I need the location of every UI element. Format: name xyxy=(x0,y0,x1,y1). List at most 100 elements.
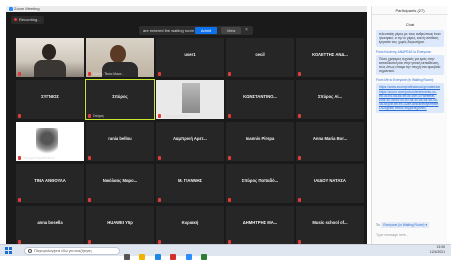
participant-name: Κυριακή xyxy=(181,220,199,225)
participant-name: Νικόλαος Μαρο... xyxy=(102,178,138,183)
participant-name: ΚΟΛΕΤΤΗΣ ΑΝΔ... xyxy=(312,52,348,57)
participant-tile[interactable]: Music school of... xyxy=(296,206,364,245)
zoom-app-icon[interactable] xyxy=(185,254,192,260)
participant-tile[interactable]: Σπύρος Σπύρος xyxy=(85,79,155,120)
desktop: Zoom Meeting Recording... are entered th… xyxy=(0,0,451,260)
system-tray-clock[interactable]: 13:06 12/4/2021 xyxy=(430,245,445,255)
participant-tile[interactable]: ΚΟΛΕΤΤΗΣ ΑΝΔ... xyxy=(296,38,364,77)
file-explorer-icon[interactable] xyxy=(139,254,146,260)
chrome-icon[interactable] xyxy=(170,254,177,260)
participant-tile[interactable]: ΙΑΙΔΟΥ ΝΑΤΑΣΑ xyxy=(296,164,364,203)
admit-button[interactable]: Admit xyxy=(195,27,217,34)
participant-name: rania bellou xyxy=(108,136,132,141)
muted-mic-icon xyxy=(88,198,91,202)
participant-tile[interactable]: Anna Maria Bor... xyxy=(296,122,364,161)
participant-tile[interactable]: Σπύρος Παπαδό... xyxy=(226,164,294,203)
recording-indicator[interactable]: Recording... xyxy=(11,16,44,24)
muted-mic-icon xyxy=(18,72,21,76)
participant-tile[interactable]: Καλημέρα Μελέτης... xyxy=(156,80,224,119)
app-icon[interactable] xyxy=(201,254,208,260)
participant-tile[interactable]: HUAWEI Y5p xyxy=(86,206,154,245)
search-icon xyxy=(28,249,32,253)
chat-input[interactable]: Type message here... xyxy=(376,230,444,240)
muted-mic-icon xyxy=(18,198,21,202)
waiting-room-notification: are entered the waiting room Admit View … xyxy=(139,26,253,35)
muted-mic-icon xyxy=(228,72,231,76)
participant-name: anna bosella xyxy=(37,220,63,225)
participant-name: Λαμπρινή Αρετ... xyxy=(173,136,207,141)
window-titlebar: Zoom Meeting xyxy=(6,6,367,12)
participant-tile[interactable]: ΣΥΓΝΙΟΣ xyxy=(16,80,84,119)
participant-name: ΚΩΝΣΤΑΝΤΙΝΟ... xyxy=(243,94,277,99)
participant-name: ΤΙΝΑ ΑΝΘΟΥΛΑ xyxy=(34,178,66,183)
muted-mic-icon xyxy=(228,114,231,118)
message-sender: From Κολέττης ΑΝΔΡΕΑΣ to Everyone: xyxy=(376,49,432,54)
window-title: Zoom Meeting xyxy=(14,6,40,11)
participant-name: Μ. ΓΙΑΝΝΗΣ xyxy=(177,178,203,183)
participant-video xyxy=(16,38,84,77)
windows-taskbar: Πληκτρολογήστε εδώ για αναζήτηση 13:06 1… xyxy=(0,244,451,260)
record-dot-icon xyxy=(14,18,17,22)
participant-name: Anna Maria Bor... xyxy=(312,136,348,141)
chat-message: Πόσο χρήσιμες τεχνικές για εμάς στην εκπ… xyxy=(376,54,444,76)
recipient-dropdown[interactable]: Everyone (in Waiting Room) ▾ xyxy=(381,222,430,228)
muted-mic-icon xyxy=(158,198,161,202)
participant-name: user1 xyxy=(184,52,196,57)
zoom-meeting-window: Zoom Meeting Recording... are entered th… xyxy=(6,6,368,245)
participant-name: ΣΥΓΝΙΟΣ xyxy=(41,94,59,99)
zoom-logo-icon xyxy=(9,7,13,11)
participant-tile[interactable]: Κυριακή xyxy=(156,206,224,245)
participant-name: cecil xyxy=(255,52,265,57)
participant-tile[interactable] xyxy=(16,38,84,77)
chat-messages: τελευταίας μέρες με τους ανθρώπους έναν … xyxy=(376,30,444,220)
participant-tile[interactable]: anna bosella xyxy=(16,206,84,245)
taskbar-apps xyxy=(124,247,212,260)
muted-mic-icon xyxy=(158,114,161,118)
participant-tile[interactable]: ΔΗΜΗΤΡΗΣ ΜΑ... xyxy=(226,206,294,245)
participant-name: Ioannis Pirspa xyxy=(245,136,275,141)
participant-name: Music school of... xyxy=(312,220,348,225)
muted-mic-icon xyxy=(88,156,91,160)
participant-label: Καλημέρα Μελέτης... xyxy=(163,114,193,118)
chat-message: τελευταίας μέρες με τους ανθρώπους έναν … xyxy=(376,30,444,47)
video-grid: Ελένη - Τέτσα Μουσ... user1 cecil ΚΟΛΕΤΤΗΣ … xyxy=(16,38,368,245)
chat-link[interactable]: https://www.zoomprofessional.gr/calendar… xyxy=(379,85,441,110)
participant-name: HUAWEI Y5p xyxy=(107,220,133,225)
muted-mic-icon xyxy=(88,114,91,118)
windows-start-icon[interactable] xyxy=(5,247,12,254)
view-button[interactable]: View xyxy=(221,27,241,34)
participant-label: Σπύρος xyxy=(93,114,104,118)
muted-mic-icon xyxy=(18,156,21,160)
chat-title: Chat xyxy=(405,22,415,27)
participant-tile[interactable]: Νικόλαος Μαρο... xyxy=(86,164,154,203)
edge-icon[interactable] xyxy=(154,254,161,260)
close-icon[interactable]: × xyxy=(245,26,248,35)
participant-tile[interactable]: Σπύρος Αί... xyxy=(296,80,364,119)
muted-mic-icon xyxy=(158,156,161,160)
participant-tile[interactable]: Λαμπρινή Αρετ... xyxy=(156,122,224,161)
participant-name: Σπύρος Παπαδό... xyxy=(241,178,279,183)
participant-name: Σπύρος xyxy=(112,94,128,99)
muted-mic-icon xyxy=(158,72,161,76)
participant-tile[interactable]: Μ. ΓΙΑΝΝΗΣ xyxy=(156,164,224,203)
participant-tile[interactable]: Ελένη - Τέτσα Μουσ... xyxy=(86,38,154,77)
taskbar-search-input[interactable]: Πληκτρολογήστε εδώ για αναζήτηση xyxy=(24,247,120,255)
participant-tile[interactable]: Ioannis Pirspa xyxy=(226,122,294,161)
participant-tile[interactable]: ΤΙΝΑ ΑΝΘΟΥΛΑ xyxy=(16,164,84,203)
participant-tile[interactable]: cecil xyxy=(226,38,294,77)
participant-tile[interactable]: rania bellou xyxy=(86,122,154,161)
message-sender: From Me to Everyone (in Waiting Room): xyxy=(376,78,434,83)
muted-mic-icon xyxy=(298,198,301,202)
participants-header[interactable]: Participants (27) xyxy=(372,6,448,15)
muted-mic-icon xyxy=(228,198,231,202)
participant-label: Georgia Papadimitriou xyxy=(23,156,55,160)
task-view-icon[interactable] xyxy=(124,254,130,260)
participant-tile[interactable]: Georgia Papadimitriou xyxy=(16,122,84,161)
muted-mic-icon xyxy=(298,72,301,76)
participant-name: ΙΑΙΔΟΥ ΝΑΤΑΣΑ xyxy=(314,178,346,183)
muted-mic-icon xyxy=(18,114,21,118)
participant-name: Σπύρος Αί... xyxy=(317,94,343,99)
participant-tile[interactable]: ΚΩΝΣΤΑΝΤΙΝΟ... xyxy=(226,80,294,119)
muted-mic-icon xyxy=(88,72,91,76)
participant-tile[interactable]: user1 xyxy=(156,38,224,77)
